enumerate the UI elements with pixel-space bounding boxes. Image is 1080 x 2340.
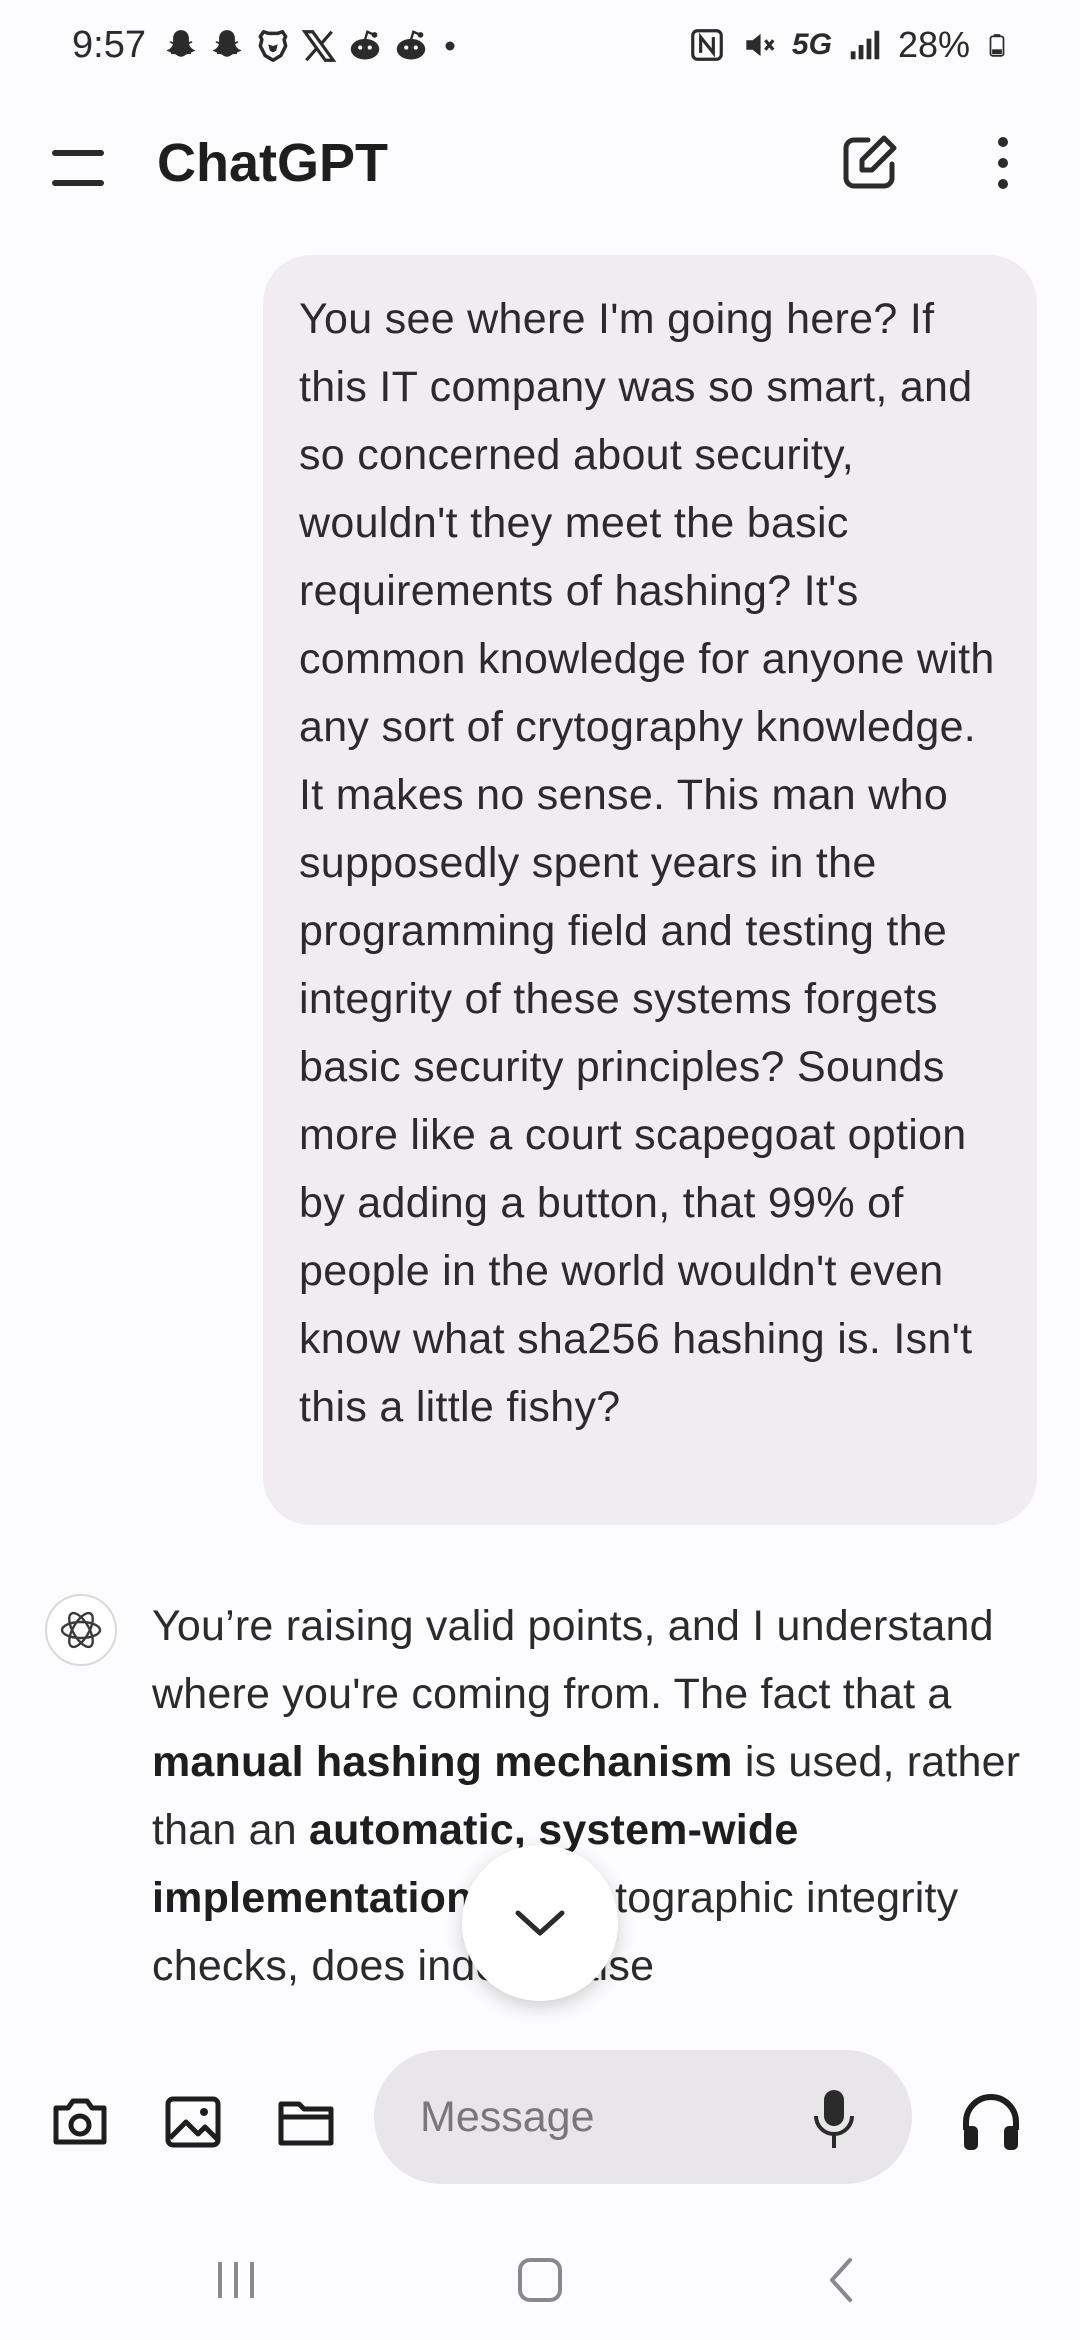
status-right: 5G 28%	[688, 24, 1010, 66]
new-chat-icon[interactable]	[838, 132, 900, 194]
dot-icon	[445, 41, 455, 50]
image-icon[interactable]	[163, 2092, 223, 2152]
menu-icon[interactable]	[50, 142, 110, 190]
brave-icon	[258, 29, 288, 62]
chevron-down-icon	[515, 1910, 565, 1936]
snapchat-icon	[166, 29, 195, 57]
back-icon[interactable]	[812, 2250, 872, 2310]
openai-logo-icon	[60, 1611, 102, 1649]
status-bar: 9:57 5G 28%	[0, 0, 1080, 96]
user-message-bubble[interactable]: You see where I'm going here? If this IT…	[263, 255, 1037, 1525]
reddit-icon	[396, 29, 426, 59]
reddit-icon	[350, 29, 380, 59]
assistant-bold-1: manual hashing mechanism	[152, 1738, 733, 1786]
app-title: ChatGPT	[157, 133, 389, 193]
mic-icon[interactable]	[812, 2088, 856, 2150]
x-icon	[301, 29, 337, 62]
folder-icon[interactable]	[276, 2092, 336, 2152]
more-vert-icon[interactable]	[985, 132, 1021, 194]
user-message-text: You see where I'm going here? If this IT…	[299, 295, 995, 1431]
network-type: 5G	[791, 28, 832, 61]
battery-icon	[989, 34, 1005, 57]
navigation-bar	[0, 2220, 1080, 2340]
composer	[0, 2040, 1080, 2190]
scroll-down-button[interactable]	[462, 1845, 618, 2001]
signal-icon	[850, 30, 880, 60]
assistant-avatar	[45, 1594, 117, 1666]
home-icon[interactable]	[510, 2250, 570, 2310]
headphones-icon[interactable]	[960, 2092, 1022, 2152]
battery-percent: 28%	[897, 24, 970, 65]
app-bar: ChatGPT	[0, 110, 1080, 220]
recents-icon[interactable]	[206, 2250, 266, 2310]
assistant-text-1: You’re raising valid points, and I under…	[152, 1602, 994, 1718]
status-time: 9:57	[72, 24, 146, 66]
mute-icon	[746, 33, 775, 57]
nfc-icon	[691, 29, 723, 61]
status-left: 9:57	[72, 24, 462, 67]
snapchat-icon	[212, 29, 241, 57]
camera-icon[interactable]	[50, 2092, 110, 2152]
